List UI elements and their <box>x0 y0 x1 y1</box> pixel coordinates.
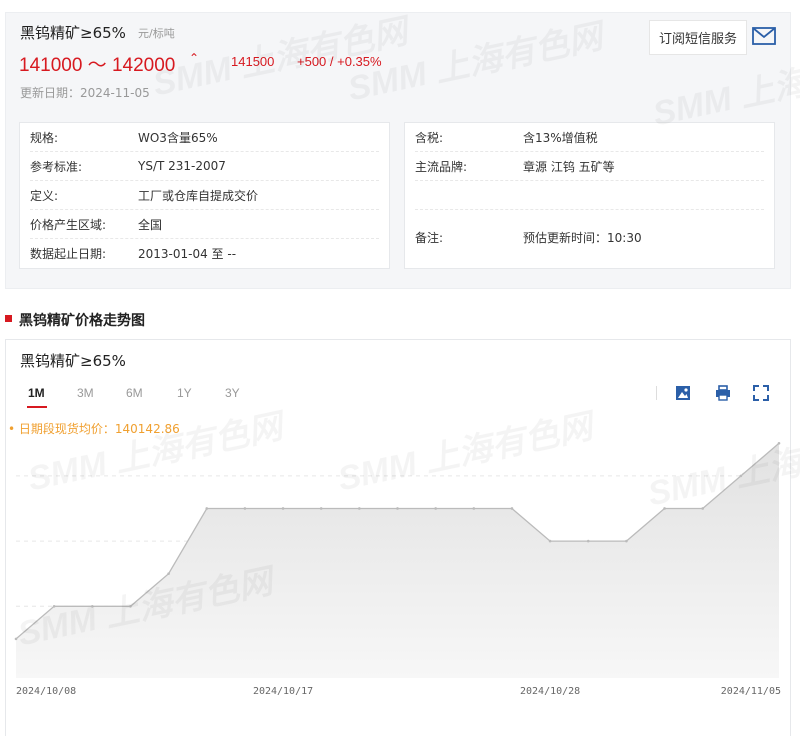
mail-icon[interactable] <box>751 23 777 49</box>
data-point <box>91 604 94 608</box>
data-point <box>281 507 285 510</box>
data-point <box>739 474 743 478</box>
info-label: 规格: <box>30 130 59 145</box>
price-unit: 元/标吨 <box>138 27 175 40</box>
data-point <box>167 572 170 575</box>
spec-info-left: 规格: WO3含量65% 参考标准: YS/T 231-2007 定义: 工厂或… <box>19 122 390 269</box>
x-tick-label: 2024/11/05 <box>721 686 781 697</box>
x-tick-label: 2024/10/08 <box>16 686 76 697</box>
info-label: 数据起止日期: <box>30 247 107 261</box>
update-date: 更新日期：2024-11-05 <box>20 86 150 100</box>
info-value: 含13%增值税 <box>523 130 598 145</box>
data-point <box>205 507 209 510</box>
product-info-card: 黑钨精矿≥65% 元/标吨 141000 ～ 142000 ⌃ 141500 +… <box>5 12 791 289</box>
info-label: 主流品牌: <box>415 159 468 174</box>
data-point <box>472 507 476 510</box>
data-point <box>548 539 552 543</box>
info-value: 全国 <box>138 217 163 232</box>
product-title: 黑钨精矿≥65% <box>20 24 126 42</box>
info-value: WO3含量65% <box>138 130 218 145</box>
data-point <box>434 507 437 510</box>
info-value: 工厂或仓库自提成交价 <box>138 188 259 203</box>
info-value: YS/T 231-2007 <box>138 159 226 173</box>
price-area <box>16 443 779 678</box>
subscribe-sms-button[interactable]: 订阅短信服务 <box>649 20 747 55</box>
data-point <box>510 507 514 510</box>
price-trend-chart: 1380001390001400001410002024/10/082024/1… <box>14 441 781 697</box>
info-row: 备注: 预估更新时间：10:30 <box>415 210 764 265</box>
price-range: 141000 ～ 142000 <box>19 55 176 76</box>
info-row: 价格产生区域: 全国 <box>30 210 379 239</box>
data-point <box>701 507 704 510</box>
data-point <box>777 441 781 445</box>
data-point <box>52 604 56 608</box>
info-row: 数据起止日期: 2013-01-04 至 -- <box>30 239 379 268</box>
info-row: 主流品牌: 章源 江钨 五矿等 <box>415 152 764 181</box>
info-label: 参考标准: <box>30 159 83 174</box>
info-label: 备注: <box>415 231 444 245</box>
data-point <box>625 539 628 543</box>
info-row: 定义: 工厂或仓库自提成交价 <box>30 181 379 210</box>
average-price: 141500 <box>231 54 275 69</box>
data-point <box>663 507 666 510</box>
chart-card: 黑钨精矿≥65% 1M 3M 6M 1Y 3Y • 日期段现货均价：140142… <box>5 339 791 736</box>
data-point <box>243 507 247 510</box>
info-label: 价格产生区域: <box>30 217 107 232</box>
info-value: 章源 江钨 五矿等 <box>523 159 615 174</box>
data-point <box>129 604 132 608</box>
up-arrow-icon: ⌃ <box>189 51 200 65</box>
x-tick-label: 2024/10/17 <box>253 686 313 697</box>
spec-info-right: 含税: 含13%增值税 主流品牌: 章源 江钨 五矿等 备注: 预估更新时间：1… <box>404 122 775 269</box>
x-tick-label: 2024/10/28 <box>520 686 580 697</box>
info-row <box>415 181 764 210</box>
info-row: 参考标准: YS/T 231-2007 <box>30 152 379 181</box>
info-label: 含税: <box>415 130 444 145</box>
data-point <box>586 539 590 543</box>
info-value: 2013-01-04 至 -- <box>138 247 237 261</box>
data-point <box>319 507 323 510</box>
info-row: 规格: WO3含量65% <box>30 123 379 152</box>
data-point <box>396 507 399 510</box>
section-marker <box>5 315 12 322</box>
info-label: 定义: <box>30 188 59 203</box>
info-row: 含税: 含13%增值税 <box>415 123 764 152</box>
info-value: 预估更新时间：10:30 <box>523 231 642 245</box>
data-point <box>358 507 361 510</box>
data-point <box>14 637 18 641</box>
section-title: 黑钨精矿价格走势图 <box>19 313 145 329</box>
price-change: +500 / +0.35% <box>297 54 382 69</box>
